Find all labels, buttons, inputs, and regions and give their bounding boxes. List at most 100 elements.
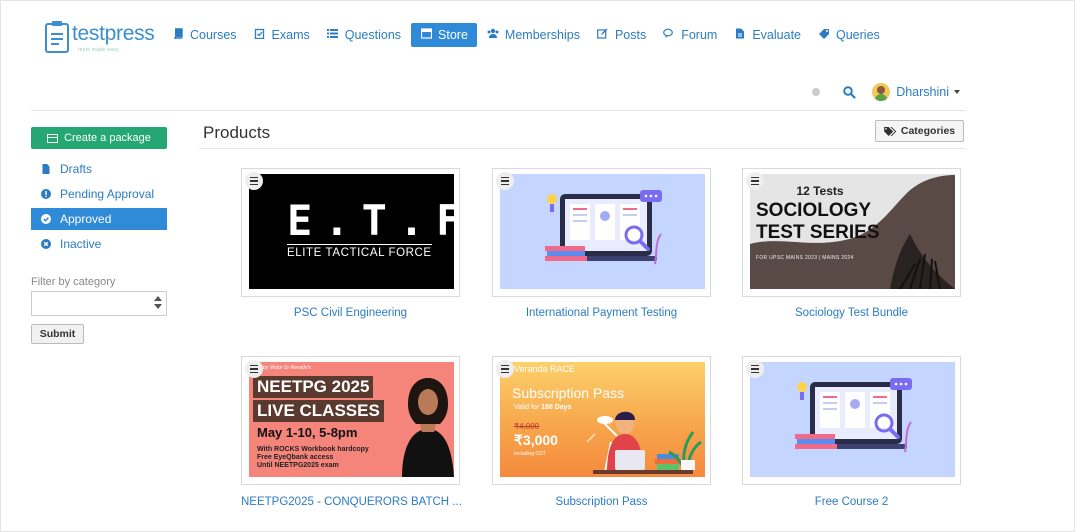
sidebar-item-inactive[interactable]: Inactive xyxy=(31,233,167,255)
thumb-validity: Valid for 180 Days xyxy=(514,404,571,411)
product-card[interactable] xyxy=(492,168,711,297)
status-filter-list: Drafts Pending Approval Approved Inactiv… xyxy=(31,158,167,258)
clipboard-check-icon xyxy=(254,28,266,42)
product-card[interactable]: E.T.F ELITE TACTICAL FORCE xyxy=(241,168,460,297)
create-package-button[interactable]: Create a package xyxy=(31,127,167,149)
thumb-logo-text: E.T.F xyxy=(287,196,454,245)
submit-button[interactable]: Submit xyxy=(31,324,84,344)
testpress-logo[interactable]: testpress tests made easy xyxy=(45,21,155,53)
create-package-label: Create a package xyxy=(64,132,151,144)
card-menu-icon[interactable] xyxy=(245,172,263,190)
thumb-note: With ROCKS Workbook hardcopy xyxy=(257,446,369,453)
categories-button[interactable]: Categories xyxy=(875,120,964,142)
card-menu-icon[interactable] xyxy=(496,172,514,190)
list-icon xyxy=(327,28,339,42)
thumb-title-line1: NEETPG 2025 xyxy=(253,376,374,398)
nav-evaluate-label: Evaluate xyxy=(752,28,801,42)
thumb-subtitle: ELITE TACTICAL FORCE xyxy=(287,244,432,259)
file-icon xyxy=(42,164,50,174)
nav-store-label: Store xyxy=(438,28,468,42)
category-select[interactable] xyxy=(31,291,167,316)
filter-category-label: Filter by category xyxy=(31,276,116,288)
file-icon xyxy=(734,28,746,42)
nav-posts[interactable]: Posts xyxy=(590,23,653,47)
product-title-link[interactable]: PSC Civil Engineering xyxy=(241,307,460,319)
avatar[interactable] xyxy=(872,83,891,101)
thumb-footer: FOR UPSC MAINS 2023 | MAINS 2024 xyxy=(756,255,854,261)
sidebar-item-label: Pending Approval xyxy=(60,187,155,201)
product-thumbnail[interactable]: 12 Tests SOCIOLOGY TEST SERIES FOR UPSC … xyxy=(750,174,955,289)
status-dot-icon xyxy=(812,88,821,96)
thumb-title-line1: SOCIOLOGY xyxy=(756,200,872,221)
book-icon xyxy=(172,28,184,42)
check-circle-icon xyxy=(41,214,51,224)
sidebar-item-approved[interactable]: Approved xyxy=(31,208,167,230)
thumb-title: SOCIOLOGY TEST SERIES xyxy=(756,200,880,244)
thumb-old-price: ₹4,000 xyxy=(514,422,540,431)
product-thumbnail[interactable] xyxy=(750,362,955,477)
card-menu-icon[interactable] xyxy=(245,360,263,378)
product-card[interactable] xyxy=(742,356,961,485)
tag-icon xyxy=(818,28,830,42)
product-thumbnail[interactable]: by Motor Dr Revathi's NEETPG 2025 LIVE C… xyxy=(249,362,454,477)
product-thumbnail[interactable] xyxy=(500,174,705,289)
thumb-notes: With ROCKS Workbook hardcopy Free EyeQba… xyxy=(257,446,369,470)
nav-queries-label: Queries xyxy=(836,28,880,42)
table-icon xyxy=(47,133,59,143)
nav-queries[interactable]: Queries xyxy=(811,23,887,47)
thumb-title-line2: LIVE CLASSES xyxy=(253,400,384,422)
product-title-link[interactable]: Sociology Test Bundle xyxy=(742,307,961,319)
product-card[interactable]: 12 Tests SOCIOLOGY TEST SERIES FOR UPSC … xyxy=(742,168,961,297)
thumb-note: Free EyeQbank access xyxy=(257,454,334,461)
thumb-validity-days: 180 Days xyxy=(541,404,572,411)
sidebar-item-label: Inactive xyxy=(60,237,102,251)
laptop-illustration-icon xyxy=(795,378,912,453)
thumb-brand: Veranda RACE xyxy=(514,364,576,374)
product-card[interactable]: by Motor Dr Revathi's NEETPG 2025 LIVE C… xyxy=(241,356,460,485)
nav-exams[interactable]: Exams xyxy=(247,23,317,47)
users-icon xyxy=(487,28,499,42)
thumb-test-count: 12 Tests xyxy=(796,184,844,198)
thumb-price: ₹3,000 xyxy=(514,432,558,448)
header-divider xyxy=(31,110,966,111)
card-menu-icon[interactable] xyxy=(496,360,514,378)
product-title-link[interactable]: International Payment Testing xyxy=(492,307,711,319)
product-title-link[interactable]: Free Course 2 xyxy=(742,496,961,508)
tags-icon xyxy=(884,126,896,136)
logo-tagline: tests made easy xyxy=(78,47,119,53)
nav-evaluate[interactable]: Evaluate xyxy=(727,23,808,47)
product-title-link[interactable]: Subscription Pass xyxy=(492,496,711,508)
user-name[interactable]: Dharshini xyxy=(896,85,949,99)
thumb-validity-prefix: Valid for xyxy=(514,404,542,411)
thumb-dates: May 1-10, 5-8pm xyxy=(257,425,358,440)
thumb-gst-note: Including GST xyxy=(514,451,546,457)
categories-label: Categories xyxy=(900,125,956,137)
app-window: testpress tests made easy Courses Exams … xyxy=(0,0,1075,532)
card-menu-icon[interactable] xyxy=(746,172,764,190)
search-icon[interactable] xyxy=(842,85,856,99)
sidebar-item-drafts[interactable]: Drafts xyxy=(31,158,167,180)
sidebar-item-label: Approved xyxy=(60,212,112,226)
nav-store[interactable]: Store xyxy=(411,23,477,47)
laptop-illustration-icon xyxy=(545,190,662,265)
product-title-link[interactable]: NEETPG2025 - CONQUERORS BATCH ... xyxy=(241,496,462,508)
page-title: Products xyxy=(203,123,271,142)
times-circle-icon xyxy=(41,239,51,249)
nav-questions[interactable]: Questions xyxy=(320,23,408,47)
spinner-arrows-icon[interactable] xyxy=(154,295,163,312)
sidebar-item-pending-approval[interactable]: Pending Approval xyxy=(31,183,167,205)
card-menu-icon[interactable] xyxy=(746,360,764,378)
nav-courses[interactable]: Courses xyxy=(165,23,244,47)
exclamation-circle-icon xyxy=(41,189,51,199)
user-bar: Dharshini xyxy=(812,81,960,103)
clipboard-logo-icon xyxy=(45,21,69,53)
product-thumbnail[interactable]: E.T.F ELITE TACTICAL FORCE xyxy=(249,174,454,289)
nav-exams-label: Exams xyxy=(271,28,310,42)
nav-memberships[interactable]: Memberships xyxy=(480,23,587,47)
edit-icon xyxy=(597,28,609,42)
product-card[interactable]: Veranda RACE Subscription Pass Valid for… xyxy=(492,356,711,485)
store-icon xyxy=(420,28,432,42)
product-thumbnail[interactable]: Veranda RACE Subscription Pass Valid for… xyxy=(500,362,705,477)
caret-down-icon[interactable] xyxy=(954,90,960,94)
nav-forum[interactable]: Forum xyxy=(656,23,724,47)
